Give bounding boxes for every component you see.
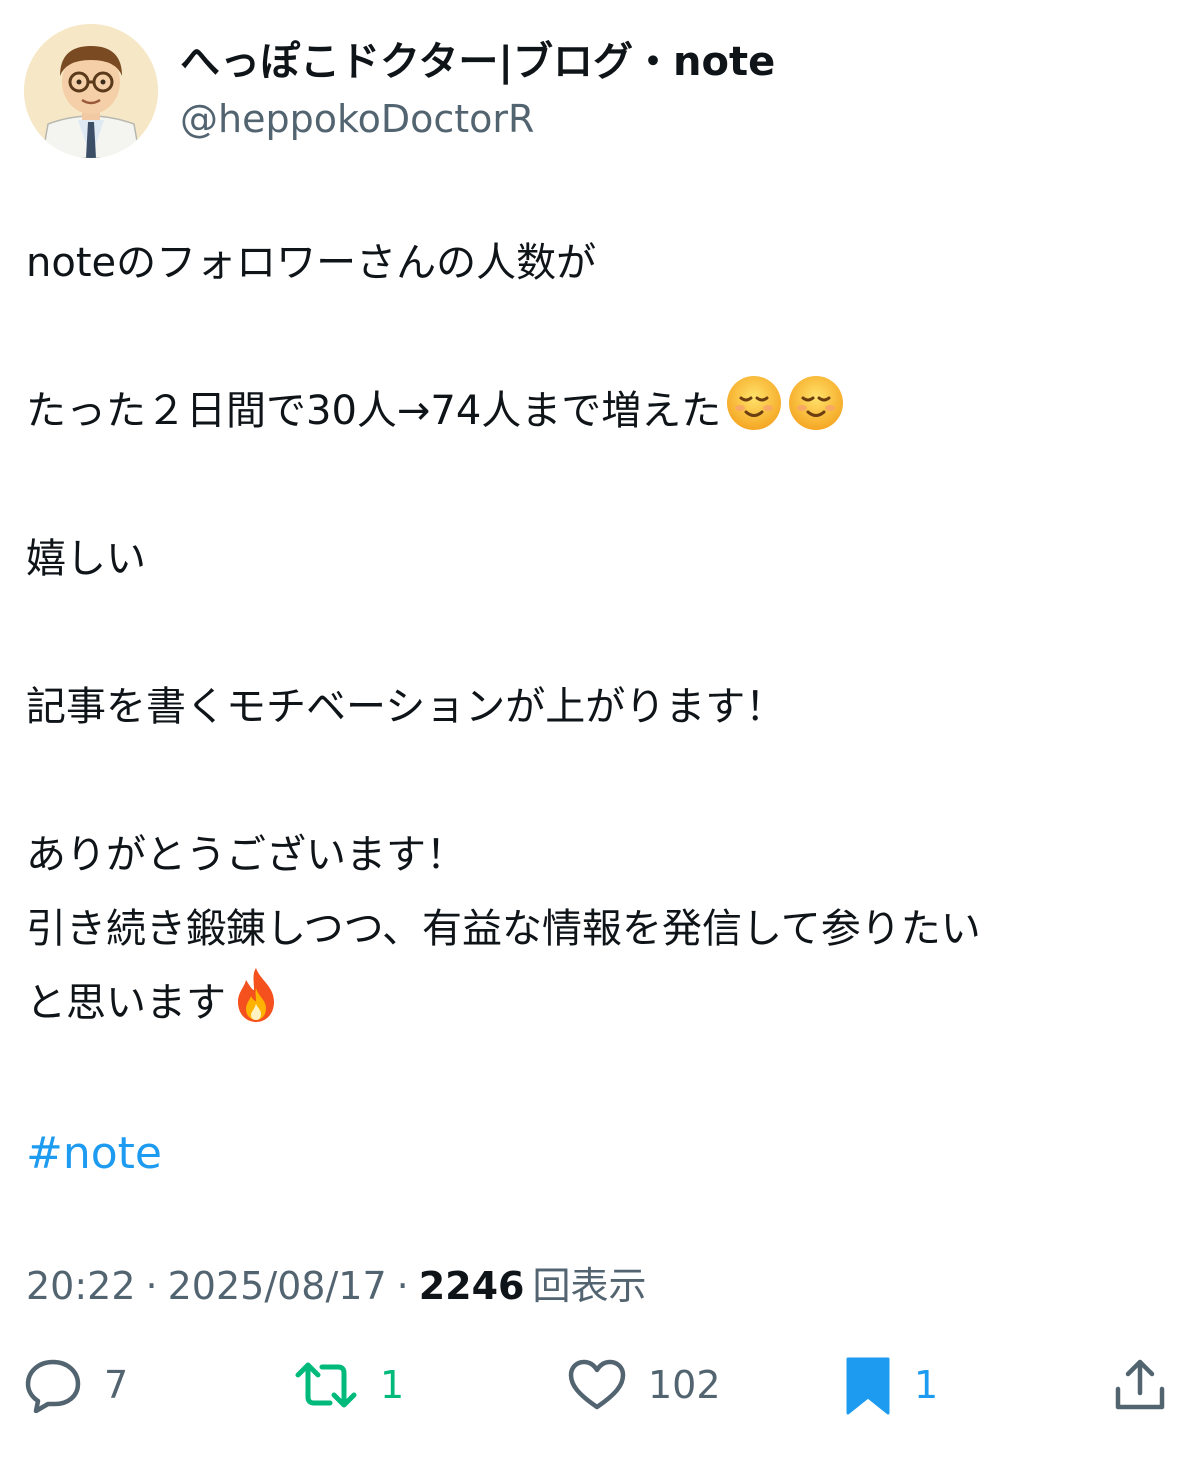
tweet-line: 嬉しい	[26, 536, 146, 582]
reply-count: 7	[104, 1363, 129, 1407]
tweet-line: noteのフォロワーさんの人数が	[26, 240, 597, 286]
tweet-text: noteのフォロワーさんの人数が たった２日間で30人→74人まで増えた 嬉しい…	[26, 226, 1176, 1040]
tweet-line: たった２日間で30人→74人まで増えた	[26, 388, 722, 434]
reply-icon	[24, 1357, 82, 1413]
reply-button[interactable]: 7	[24, 1350, 128, 1420]
author-handle[interactable]: @heppokoDoctorR	[180, 96, 534, 142]
bookmark-icon	[844, 1355, 892, 1415]
share-button[interactable]	[1112, 1350, 1168, 1420]
share-icon	[1112, 1357, 1168, 1413]
smiling-face-icon	[725, 374, 783, 432]
view-label: 回表示	[532, 1264, 647, 1308]
hashtag-link[interactable]: #note	[26, 1124, 162, 1184]
tweet-line: と思います	[26, 980, 226, 1026]
tweet-line: 引き続き鍛錬しつつ、有益な情報を発信して参りたい	[26, 906, 981, 952]
bookmark-count: 1	[914, 1363, 939, 1407]
avatar[interactable]	[24, 24, 158, 158]
tweet-line-with-emoji: たった２日間で30人→74人まで増えた	[26, 374, 1176, 448]
retweet-button[interactable]: 1	[294, 1350, 404, 1420]
fire-icon	[230, 966, 282, 1024]
retweet-count: 1	[380, 1363, 405, 1407]
author-display-name[interactable]: へっぽこドクター|ブログ・note	[180, 38, 775, 86]
retweet-icon	[294, 1359, 358, 1411]
like-count: 102	[648, 1363, 721, 1407]
tweet-time[interactable]: 20:22	[26, 1264, 136, 1308]
tweet-line: 記事を書くモチベーションが上がります！	[26, 684, 786, 730]
action-bar: 7 1 102 1	[0, 1350, 1200, 1420]
meta-separator: ·	[145, 1264, 158, 1308]
smiling-face-icon	[787, 374, 845, 432]
view-count: 2246	[418, 1264, 525, 1308]
like-button[interactable]: 102	[568, 1350, 721, 1420]
bookmark-button[interactable]: 1	[844, 1350, 938, 1420]
tweet-header: へっぽこドクター|ブログ・note @heppokoDoctorR	[24, 24, 1174, 158]
tweet-date[interactable]: 2025/08/17	[168, 1264, 387, 1308]
meta-separator: ·	[396, 1264, 409, 1308]
tweet-meta: 20:22 · 2025/08/17 · 2246 回表示	[26, 1260, 647, 1312]
tweet-line: ありがとうございます！	[26, 832, 466, 878]
tweet-line-with-emoji: と思います	[26, 966, 1176, 1040]
heart-icon	[568, 1359, 626, 1411]
